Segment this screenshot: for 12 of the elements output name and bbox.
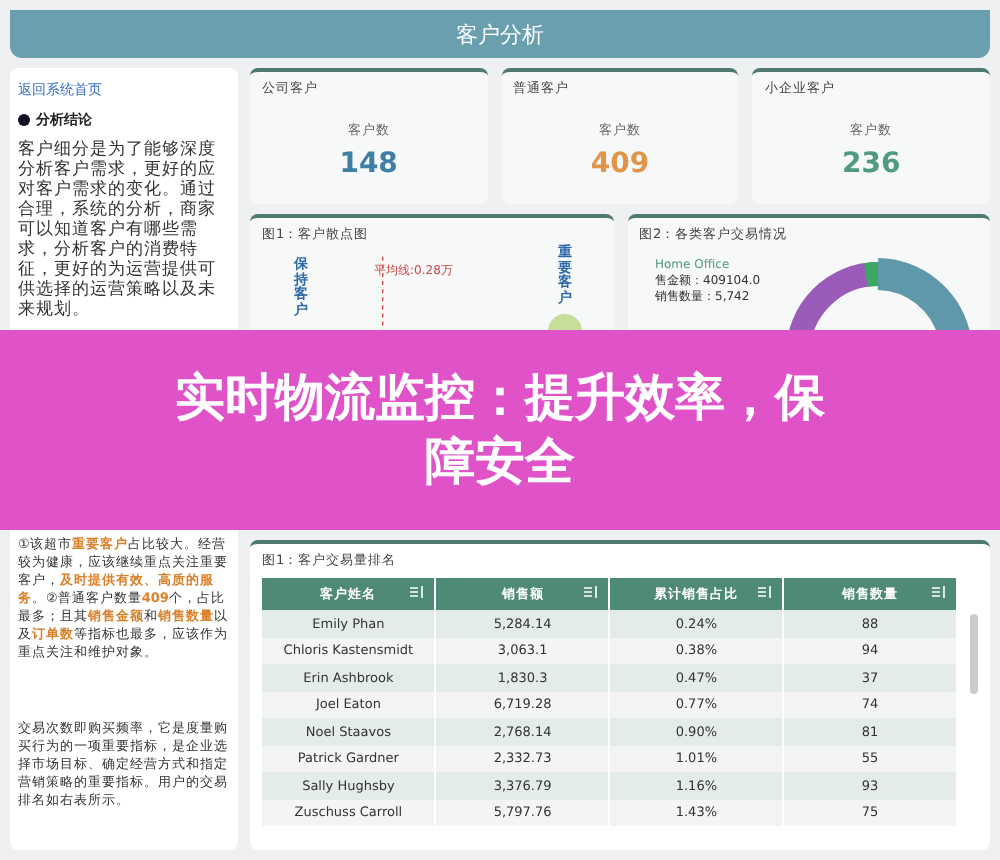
kpi-value: 409 bbox=[590, 148, 650, 180]
kpi-value: 148 bbox=[339, 148, 398, 180]
kpi-value: 236 bbox=[842, 148, 901, 180]
bullet-icon bbox=[18, 114, 30, 126]
banner-title: 实时物流监控：提升效率，保障安全 bbox=[173, 366, 827, 494]
sort-icon[interactable] bbox=[584, 586, 599, 598]
page-title: 客户分析 bbox=[456, 19, 544, 49]
sort-icon[interactable] bbox=[758, 586, 773, 598]
intro-paragraph: 客户细分是为了能够深度分析客户需求，更好的应对客户需求的变化。通过合理，系统的分析，商家可以知道客户有哪些需求，分析客户的消费特征，更好的为运营提供可供选择的运营策略以及未来规划。 bbox=[18, 140, 218, 320]
sort-icon[interactable] bbox=[410, 586, 425, 598]
sort-icon[interactable] bbox=[932, 586, 946, 598]
scrollbar-thumb[interactable] bbox=[970, 614, 978, 694]
